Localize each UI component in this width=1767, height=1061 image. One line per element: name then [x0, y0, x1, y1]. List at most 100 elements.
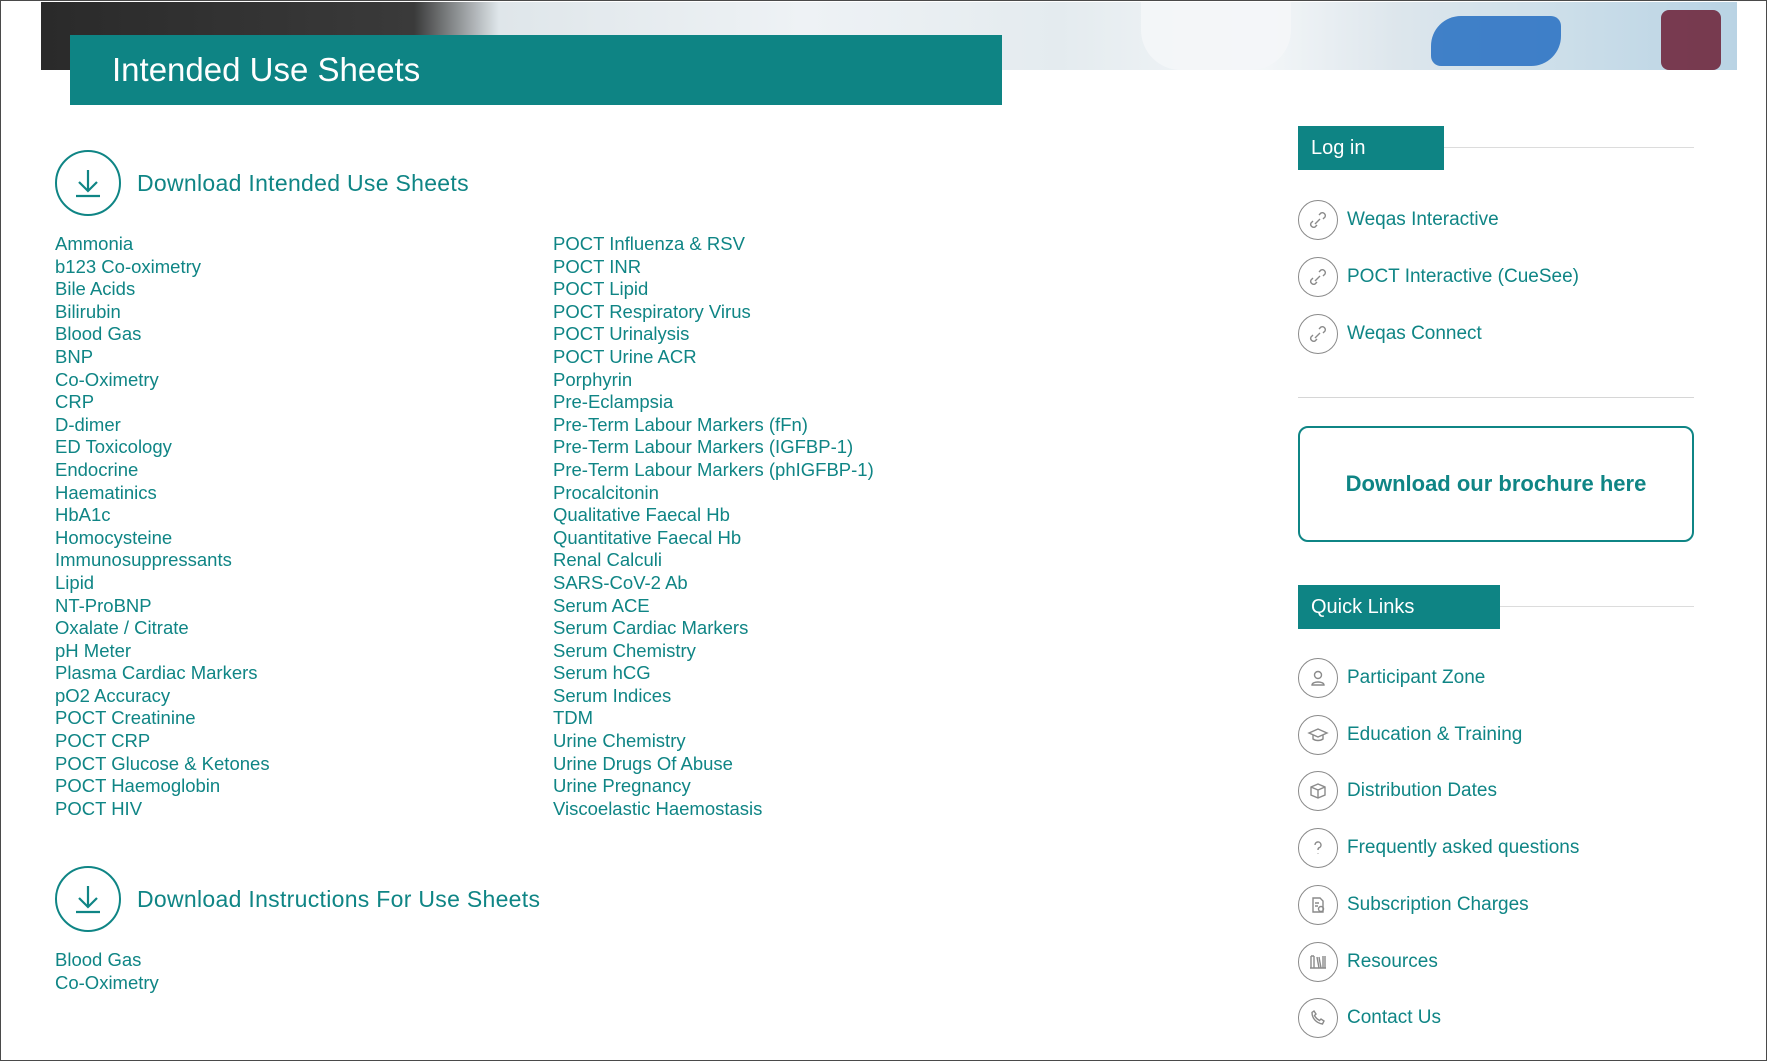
- login-heading-rule: [1444, 147, 1694, 148]
- sheet-link[interactable]: b123 Co-oximetry: [55, 256, 270, 279]
- sidebar-link-label: Education & Training: [1347, 723, 1523, 745]
- phone-icon: [1298, 998, 1338, 1039]
- sheet-link[interactable]: Ammonia: [55, 233, 270, 256]
- instructions-section-title: Download Instructions For Use Sheets: [137, 885, 541, 912]
- sheet-link[interactable]: Endocrine: [55, 459, 270, 482]
- sheet-link[interactable]: Quantitative Faecal Hb: [553, 527, 874, 550]
- quick-link-resources[interactable]: Resources: [1298, 941, 1438, 982]
- sheet-link[interactable]: Plasma Cardiac Markers: [55, 662, 270, 685]
- sheet-link[interactable]: Serum Chemistry: [553, 640, 874, 663]
- sheet-link[interactable]: Serum Cardiac Markers: [553, 617, 874, 640]
- sheet-link[interactable]: Pre-Term Labour Markers (phIGFBP-1): [553, 459, 874, 482]
- user-icon: [1298, 658, 1338, 698]
- quick-links-heading-rule: [1500, 606, 1694, 607]
- sheet-link[interactable]: pH Meter: [55, 640, 270, 663]
- sheet-link[interactable]: Serum ACE: [553, 595, 874, 618]
- sheet-link[interactable]: POCT Glucose & Ketones: [55, 753, 270, 776]
- box-icon: [1298, 771, 1338, 812]
- sheet-link[interactable]: Homocysteine: [55, 527, 270, 550]
- sheet-link[interactable]: SARS-CoV-2 Ab: [553, 572, 874, 595]
- sheet-link[interactable]: Lipid: [55, 572, 270, 595]
- document-icon: [1298, 884, 1338, 925]
- login-link-poct-interactive-cuesee[interactable]: POCT Interactive (CueSee): [1298, 257, 1579, 297]
- sheet-link[interactable]: Serum hCG: [553, 662, 874, 685]
- sheet-link[interactable]: Immunosuppressants: [55, 549, 270, 572]
- intended-section-title: Download Intended Use Sheets: [137, 169, 469, 196]
- brochure-button[interactable]: Download our brochure here: [1298, 426, 1694, 542]
- sheet-link[interactable]: Serum Indices: [553, 685, 874, 708]
- sheet-link[interactable]: Haematinics: [55, 482, 270, 505]
- sheet-link[interactable]: BNP: [55, 346, 270, 369]
- intended-section-header: Download Intended Use Sheets: [55, 150, 469, 216]
- sheet-link[interactable]: POCT Influenza & RSV: [553, 233, 874, 256]
- sheet-link[interactable]: POCT Lipid: [553, 278, 874, 301]
- sheet-link[interactable]: Viscoelastic Haemostasis: [553, 798, 874, 821]
- sheet-link[interactable]: NT-ProBNP: [55, 595, 270, 618]
- login-link-weqas-interactive[interactable]: Weqas Interactive: [1298, 200, 1499, 240]
- sheet-link[interactable]: POCT Creatinine: [55, 707, 270, 730]
- sidebar-divider: [1298, 397, 1694, 398]
- login-link-weqas-connect[interactable]: Weqas Connect: [1298, 314, 1482, 354]
- sheet-link[interactable]: POCT CRP: [55, 730, 270, 753]
- sidebar-link-label: Contact Us: [1347, 1007, 1441, 1029]
- quick-link-distribution-dates[interactable]: Distribution Dates: [1298, 771, 1497, 812]
- sidebar-link-label: Distribution Dates: [1347, 780, 1497, 802]
- sheet-link[interactable]: POCT INR: [553, 256, 874, 279]
- login-heading: Log in: [1298, 126, 1444, 170]
- quick-link-subscription-charges[interactable]: Subscription Charges: [1298, 884, 1529, 925]
- link-icon: [1298, 257, 1338, 297]
- sheet-link[interactable]: Pre-Eclampsia: [553, 391, 874, 414]
- sidebar-link-label: Frequently asked questions: [1347, 837, 1580, 859]
- sheet-link[interactable]: TDM: [553, 707, 874, 730]
- link-icon: [1298, 314, 1338, 354]
- sidebar-link-label: Resources: [1347, 950, 1438, 972]
- sheet-link[interactable]: Co-Oximetry: [55, 972, 159, 995]
- sheet-link[interactable]: Urine Drugs Of Abuse: [553, 753, 874, 776]
- sidebar-link-label: Weqas Connect: [1347, 323, 1482, 344]
- quick-link-participant-zone[interactable]: Participant Zone: [1298, 658, 1485, 698]
- instructions-list: Blood Gas Co-Oximetry: [55, 949, 159, 994]
- sheet-link[interactable]: Blood Gas: [55, 949, 159, 972]
- sheet-link[interactable]: Bile Acids: [55, 278, 270, 301]
- sheet-link[interactable]: Qualitative Faecal Hb: [553, 504, 874, 527]
- quick-link-contact-us[interactable]: Contact Us: [1298, 998, 1441, 1039]
- link-icon: [1298, 200, 1338, 240]
- sheet-link[interactable]: Pre-Term Labour Markers (fFn): [553, 414, 874, 437]
- quick-links-heading: Quick Links: [1298, 585, 1500, 629]
- question-icon: [1298, 828, 1338, 869]
- sheet-link[interactable]: ED Toxicology: [55, 436, 270, 459]
- download-icon: [55, 866, 121, 932]
- instructions-section-header: Download Instructions For Use Sheets: [55, 866, 540, 932]
- sheet-link[interactable]: POCT Respiratory Virus: [553, 301, 874, 324]
- sheet-link[interactable]: Bilirubin: [55, 301, 270, 324]
- sheet-link[interactable]: Blood Gas: [55, 323, 270, 346]
- sidebar-link-label: POCT Interactive (CueSee): [1347, 266, 1579, 287]
- sheet-link[interactable]: Urine Pregnancy: [553, 775, 874, 798]
- sheet-link[interactable]: Porphyrin: [553, 369, 874, 392]
- sheet-link[interactable]: POCT Haemoglobin: [55, 775, 270, 798]
- intended-list-col2: POCT Influenza & RSV POCT INR POCT Lipid PO…: [553, 233, 874, 820]
- sheet-link[interactable]: Co-Oximetry: [55, 369, 270, 392]
- graduation-cap-icon: [1298, 714, 1338, 755]
- sidebar-link-label: Subscription Charges: [1347, 893, 1529, 915]
- books-icon: [1298, 941, 1338, 982]
- page-title: Intended Use Sheets: [70, 35, 1002, 105]
- sheet-link[interactable]: Renal Calculi: [553, 549, 874, 572]
- sheet-link[interactable]: pO2 Accuracy: [55, 685, 270, 708]
- sheet-link[interactable]: Procalcitonin: [553, 482, 874, 505]
- sidebar-link-label: Weqas Interactive: [1347, 209, 1499, 230]
- sheet-link[interactable]: POCT Urine ACR: [553, 346, 874, 369]
- sheet-link[interactable]: Pre-Term Labour Markers (IGFBP-1): [553, 436, 874, 459]
- intended-list-col1: Ammonia b123 Co-oximetry Bile Acids Bilirub…: [55, 233, 270, 820]
- quick-link-frequently-asked-questions[interactable]: Frequently asked questions: [1298, 828, 1580, 869]
- sheet-link[interactable]: D-dimer: [55, 414, 270, 437]
- sheet-link[interactable]: POCT Urinalysis: [553, 323, 874, 346]
- sheet-link[interactable]: Urine Chemistry: [553, 730, 874, 753]
- download-icon: [55, 150, 121, 216]
- sheet-link[interactable]: HbA1c: [55, 504, 270, 527]
- sheet-link[interactable]: Oxalate / Citrate: [55, 617, 270, 640]
- sheet-link[interactable]: POCT HIV: [55, 798, 270, 821]
- quick-link-education-training[interactable]: Education & Training: [1298, 714, 1523, 755]
- sheet-link[interactable]: CRP: [55, 391, 270, 414]
- sidebar-link-label: Participant Zone: [1347, 667, 1486, 688]
